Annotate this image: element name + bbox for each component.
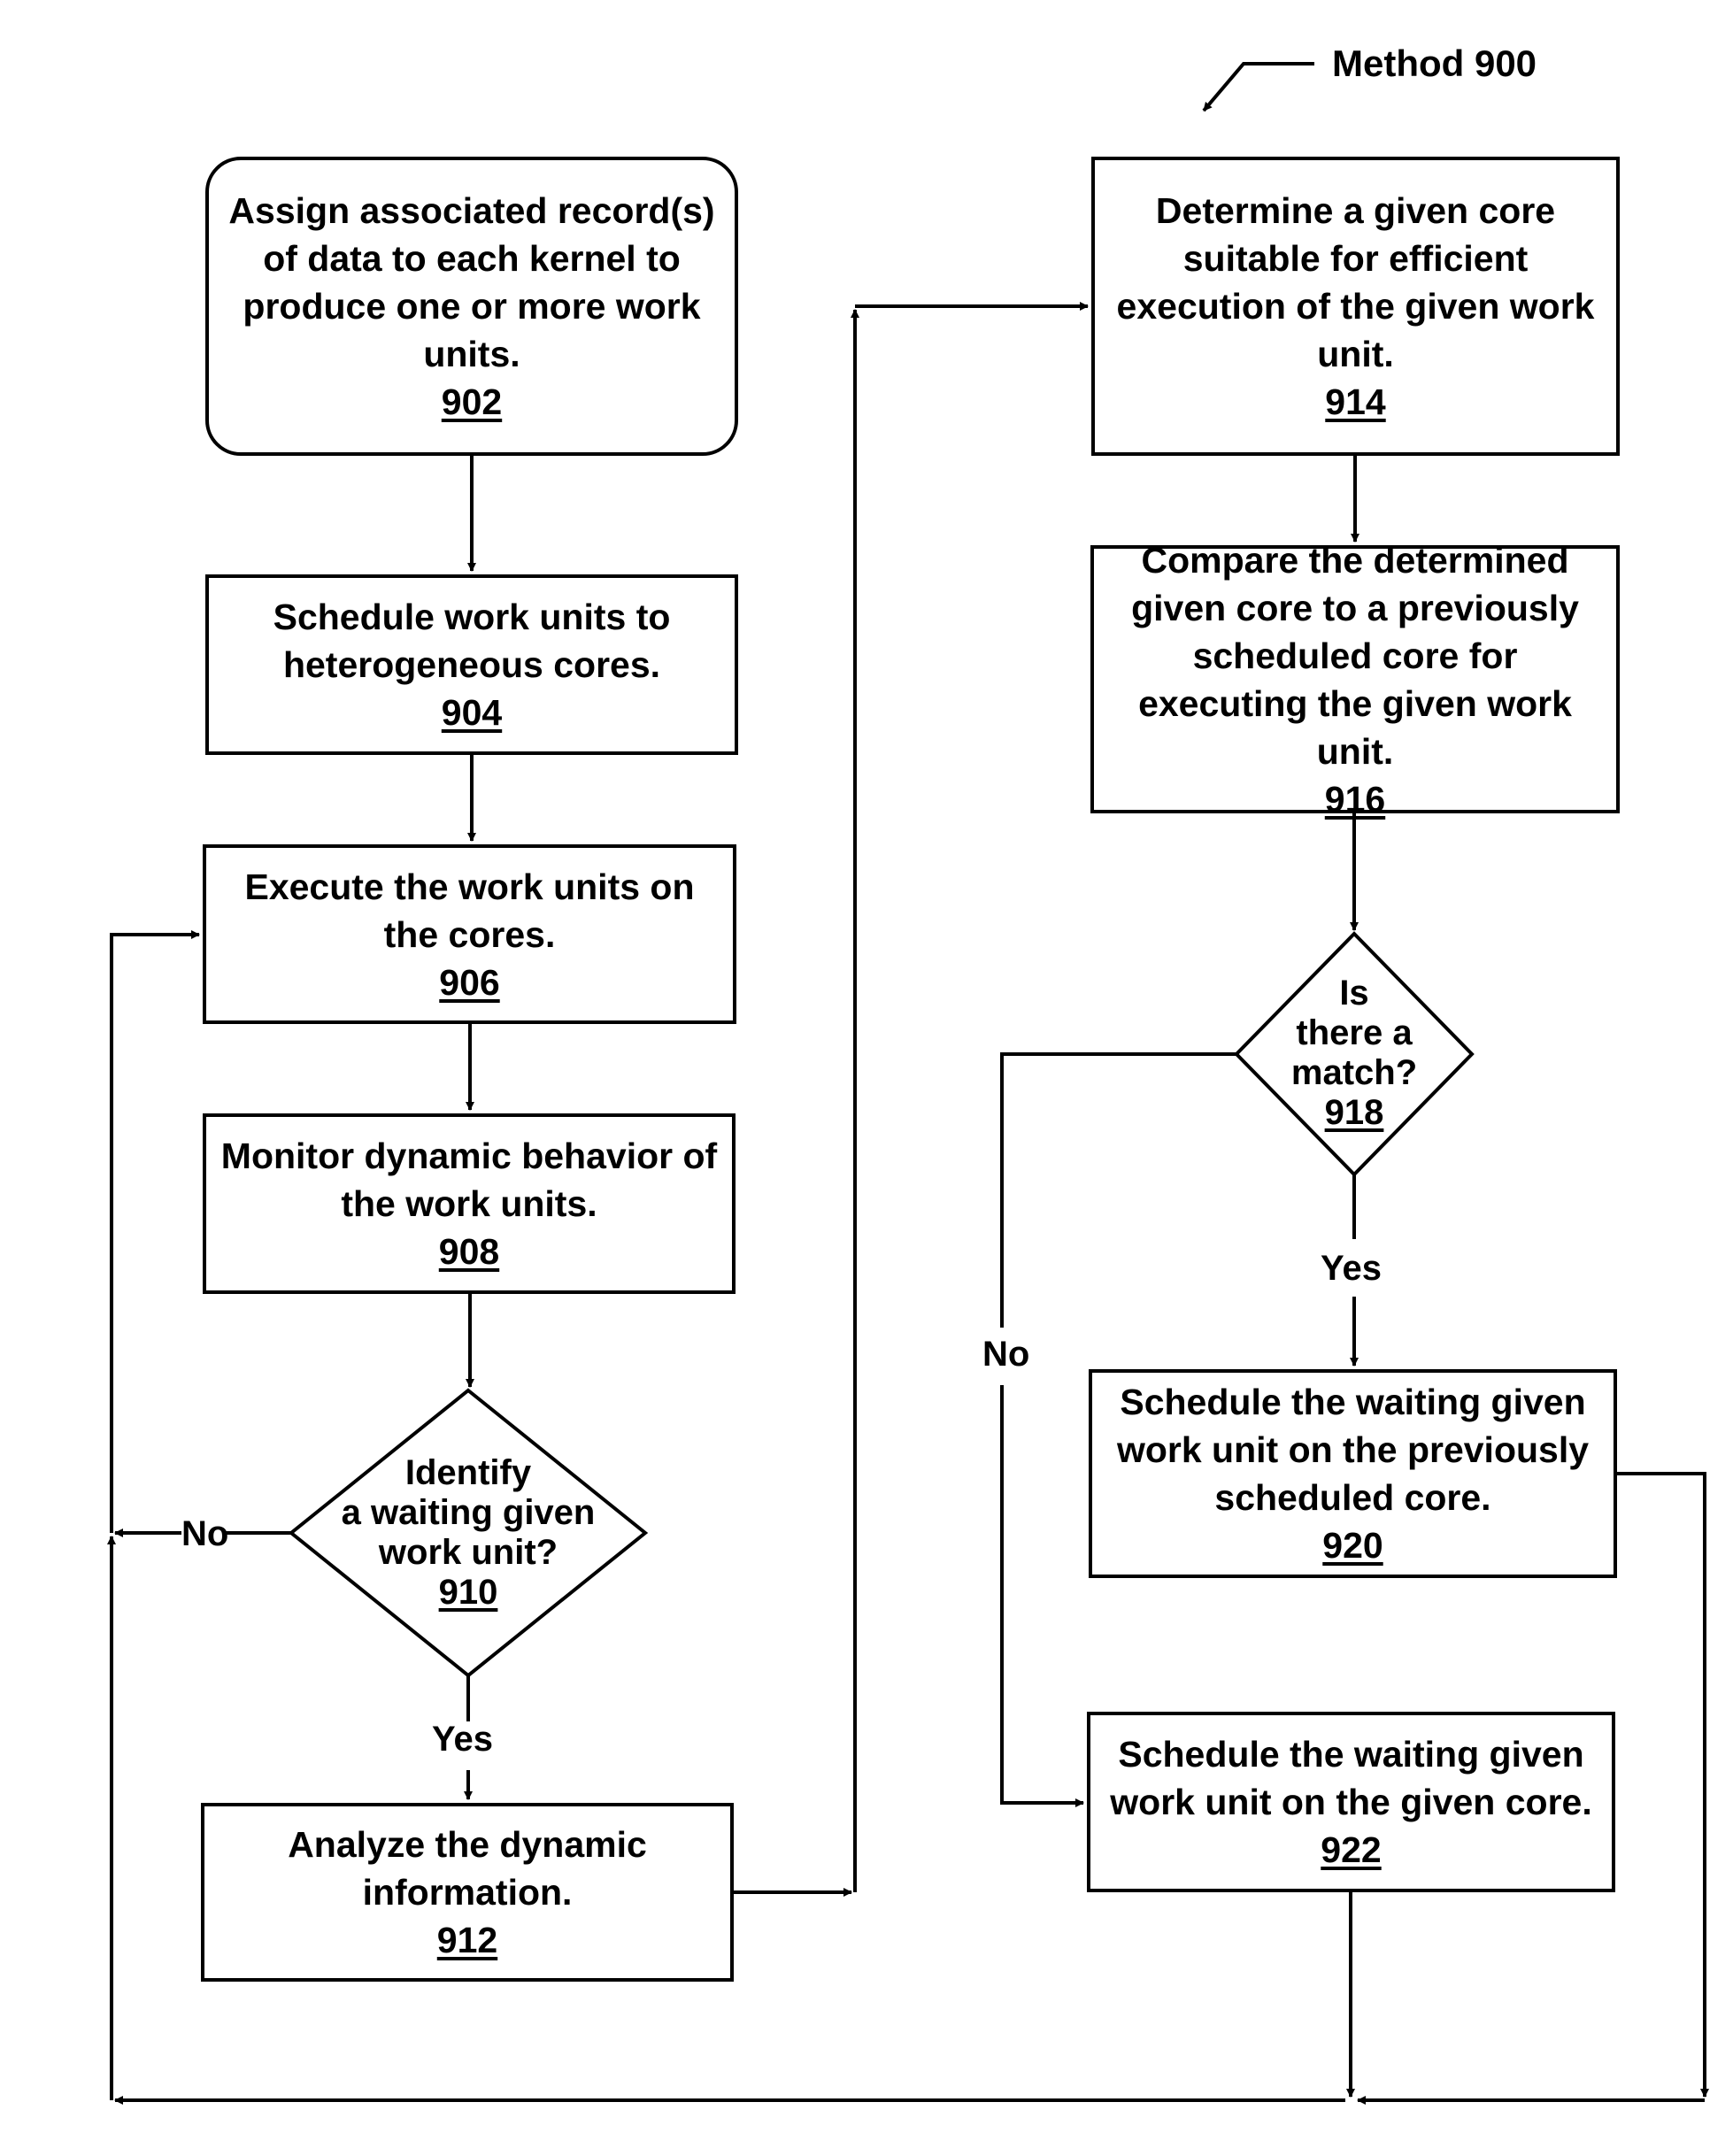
- arrow-918-922: [1000, 1385, 1084, 1807]
- step-904: Schedule work units to heterogeneous cor…: [205, 574, 738, 755]
- arrow-918-no-line: [1000, 1052, 1236, 1328]
- decision-910-no-label: No: [181, 1514, 229, 1553]
- decision-918-line2: there a: [1296, 1013, 1413, 1052]
- decision-918-line3: match?: [1290, 1053, 1418, 1092]
- title-pointer-arrow: [1202, 62, 1314, 112]
- step-914-ref: 914: [1325, 381, 1386, 422]
- step-912: Analyze the dynamic information. 912: [201, 1803, 734, 1982]
- step-908: Monitor dynamic behavior of the work uni…: [203, 1113, 736, 1294]
- step-916: Compare the determined given core to a p…: [1090, 540, 1620, 820]
- step-920: Schedule the waiting given work unit on …: [1089, 1369, 1617, 1578]
- step-912-text: Analyze the dynamic information.: [288, 1824, 647, 1913]
- decision-918-ref: 918: [1324, 1093, 1384, 1132]
- decision-918-line1: Is: [1339, 974, 1369, 1013]
- step-922: Schedule the waiting given work unit on …: [1087, 1712, 1615, 1892]
- step-914-text: Determine a given core suitable for effi…: [1116, 190, 1595, 374]
- loop-to-906: [110, 930, 200, 1533]
- step-908-text: Monitor dynamic behavior of the work uni…: [220, 1136, 718, 1224]
- step-906-text: Execute the work units on the cores.: [244, 866, 695, 955]
- step-922-ref: 922: [1321, 1829, 1382, 1870]
- step-916-text: Compare the determined given core to a p…: [1131, 539, 1579, 772]
- step-902: Assign associated record(s) of data to e…: [205, 157, 738, 456]
- decision-910-line2: a waiting given: [341, 1493, 596, 1532]
- step-906-ref: 906: [439, 961, 500, 1003]
- step-916-ref: 916: [1324, 778, 1386, 820]
- decision-910-line3: work unit?: [378, 1533, 558, 1572]
- step-906: Execute the work units on the cores. 906: [203, 844, 736, 1024]
- step-904-text: Schedule work units to heterogeneous cor…: [273, 597, 671, 685]
- arrow-920-return: [1617, 1472, 1709, 2098]
- decision-918: Is there a match? 918: [1248, 974, 1460, 1133]
- decision-910-ref: 910: [438, 1573, 498, 1612]
- decision-910-yes-label: Yes: [432, 1720, 493, 1759]
- step-914: Determine a given core suitable for effi…: [1091, 157, 1620, 456]
- step-922-text: Schedule the waiting given work unit on …: [1110, 1734, 1592, 1822]
- step-920-text: Schedule the waiting given work unit on …: [1116, 1382, 1590, 1518]
- step-908-ref: 908: [438, 1231, 500, 1272]
- step-902-text: Assign associated record(s) of data to e…: [228, 190, 715, 374]
- decision-918-no-label: No: [982, 1335, 1030, 1374]
- decision-910: Identify a waiting given work unit? 910: [335, 1453, 601, 1613]
- method-title: Method 900: [1332, 42, 1537, 84]
- step-920-ref: 920: [1322, 1525, 1383, 1566]
- decision-910-line1: Identify: [404, 1453, 532, 1492]
- step-902-ref: 902: [441, 381, 503, 422]
- decision-918-yes-label: Yes: [1321, 1249, 1382, 1288]
- step-912-ref: 912: [436, 1920, 498, 1960]
- step-904-ref: 904: [441, 692, 503, 733]
